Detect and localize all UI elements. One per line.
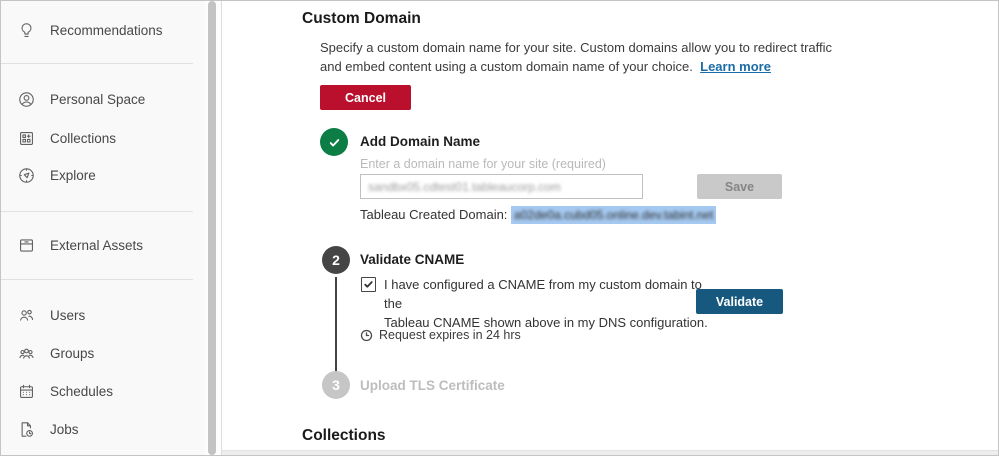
- lightbulb-icon: [17, 21, 36, 40]
- cancel-button[interactable]: Cancel: [320, 85, 411, 110]
- main-content: Custom Domain Specify a custom domain na…: [221, 1, 998, 455]
- settings-page: Recommendations Personal Space Collectio…: [0, 0, 999, 456]
- cname-checkbox-label: I have configured a CNAME from my custom…: [384, 275, 714, 332]
- section-divider: [222, 450, 998, 455]
- page-description: Specify a custom domain name for your si…: [320, 38, 832, 76]
- person-circle-icon: [17, 90, 36, 109]
- check-icon: [326, 134, 343, 151]
- sidebar-item-jobs[interactable]: Jobs: [1, 410, 205, 448]
- step2-title: Validate CNAME: [360, 252, 464, 267]
- validate-button[interactable]: Validate: [696, 289, 783, 314]
- cname-checkbox[interactable]: [361, 277, 376, 292]
- step2-number-badge: 2: [322, 246, 350, 274]
- sidebar-item-label: Collections: [50, 131, 116, 146]
- sidebar-item-collections[interactable]: Collections: [1, 119, 205, 157]
- description-line1: Specify a custom domain name for your si…: [320, 40, 832, 55]
- sidebar-item-label: External Assets: [50, 238, 143, 253]
- sidebar-item-external-assets[interactable]: External Assets: [1, 226, 205, 264]
- sidebar-divider: [1, 63, 193, 64]
- sidebar-divider: [1, 279, 193, 280]
- scrollbar-thumb[interactable]: [208, 1, 216, 455]
- step1-complete-badge: [320, 128, 348, 156]
- collections-section-title: Collections: [302, 427, 386, 445]
- sidebar-item-label: Schedules: [50, 384, 113, 399]
- description-line2: and embed content using a custom domain …: [320, 59, 693, 74]
- collections-icon: [17, 129, 36, 148]
- created-domain-value: a02de0a.cubd05.online.dev.tabint.net: [511, 206, 716, 224]
- sidebar-item-label: Personal Space: [50, 92, 145, 107]
- compass-icon: [17, 166, 36, 185]
- sidebar-item-recommendations[interactable]: Recommendations: [1, 11, 205, 49]
- scrollbar-track[interactable]: [205, 1, 221, 455]
- sidebar-item-label: Groups: [50, 346, 94, 361]
- sidebar-item-explore[interactable]: Explore: [1, 156, 205, 194]
- domain-input-value: sandbx05.cdtest01.tableaucorp.com: [368, 180, 561, 194]
- sidebar-item-groups[interactable]: Groups: [1, 334, 205, 372]
- sidebar-item-label: Recommendations: [50, 23, 163, 38]
- domain-input[interactable]: sandbx05.cdtest01.tableaucorp.com: [360, 174, 643, 199]
- save-button[interactable]: Save: [697, 174, 782, 199]
- step1-title: Add Domain Name: [360, 134, 480, 149]
- sidebar-item-schedules[interactable]: Schedules: [1, 372, 205, 410]
- created-domain-label: Tableau Created Domain:: [360, 207, 507, 222]
- domain-input-label: Enter a domain name for your site (requi…: [360, 157, 606, 171]
- sidebar-item-label: Users: [50, 308, 85, 323]
- step3-number-badge: 3: [322, 371, 350, 399]
- sidebar-item-users[interactable]: Users: [1, 296, 205, 334]
- sidebar-item-label: Explore: [50, 168, 96, 183]
- page-title: Custom Domain: [302, 10, 421, 28]
- sidebar: Recommendations Personal Space Collectio…: [1, 1, 205, 455]
- sidebar-divider: [1, 211, 193, 212]
- sidebar-item-label: Jobs: [50, 422, 79, 437]
- expiry-note: Request expires in 24 hrs: [360, 328, 521, 342]
- groups-icon: [17, 344, 36, 363]
- users-icon: [17, 306, 36, 325]
- step3-title: Upload TLS Certificate: [360, 378, 505, 393]
- clock-icon: [360, 329, 373, 342]
- sidebar-item-personal-space[interactable]: Personal Space: [1, 80, 205, 118]
- created-domain-row: Tableau Created Domain: a02de0a.cubd05.o…: [360, 207, 716, 222]
- learn-more-link[interactable]: Learn more: [700, 59, 771, 74]
- calendar-icon: [17, 382, 36, 401]
- jobs-icon: [17, 420, 36, 439]
- external-assets-icon: [17, 236, 36, 255]
- step-connector-line: [335, 277, 337, 372]
- cname-checkbox-row: I have configured a CNAME from my custom…: [361, 275, 714, 332]
